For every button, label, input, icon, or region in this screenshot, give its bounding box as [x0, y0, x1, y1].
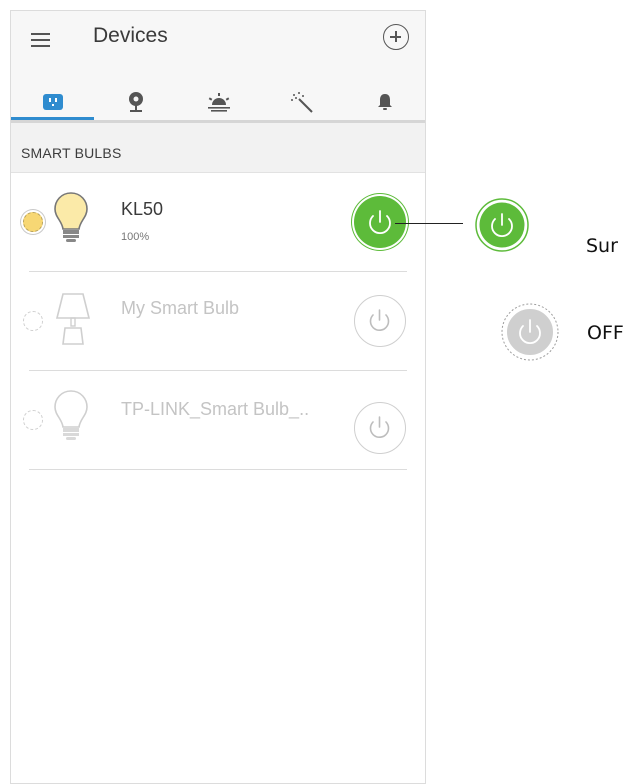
device-name: KL50 — [121, 199, 164, 219]
smart-plug-icon — [42, 94, 63, 110]
device-row[interactable]: TP-LINK_Smart Bulb_.. — [11, 371, 425, 470]
power-icon — [369, 416, 390, 438]
sunrise-icon — [207, 93, 230, 112]
status-off-indicator — [23, 410, 43, 430]
page-title: Devices — [93, 24, 168, 47]
callout-line — [395, 223, 463, 224]
device-brightness: 100% — [121, 231, 150, 243]
power-icon — [369, 210, 391, 235]
power-toggle-off[interactable] — [354, 402, 406, 454]
power-toggle-on[interactable] — [354, 196, 406, 248]
legend-off-label: OFF — [587, 322, 624, 344]
device-row[interactable]: KL50 100% — [11, 173, 425, 272]
device-name: TP-LINK_Smart Bulb_.. — [121, 399, 310, 419]
power-toggle-off[interactable] — [354, 295, 406, 347]
legend-power-off — [500, 302, 559, 361]
lamp-icon — [55, 293, 91, 345]
power-on-icon — [475, 198, 529, 252]
add-device-button[interactable] — [383, 24, 409, 50]
divider — [29, 469, 407, 470]
power-off-icon — [501, 303, 559, 361]
app-bar: Devices — [11, 11, 425, 131]
section-title: SMART BULBS — [21, 145, 122, 161]
bulb-icon — [54, 192, 88, 242]
power-icon — [369, 309, 390, 331]
section-header: SMART BULBS — [11, 123, 425, 173]
device-row[interactable]: My Smart Bulb — [11, 272, 425, 371]
bell-icon — [377, 94, 392, 110]
camera-icon — [128, 92, 143, 112]
status-off-indicator — [23, 311, 43, 331]
legend-power-on — [474, 197, 530, 253]
bulb-icon — [54, 390, 88, 440]
legend-on-label: Sur — [586, 235, 618, 257]
phone-screen: Devices SMART BULBS KL50 100% My Smart B… — [10, 10, 426, 784]
menu-icon[interactable] — [31, 28, 55, 52]
magic-wand-icon — [290, 92, 313, 113]
device-name: My Smart Bulb — [121, 298, 240, 318]
status-on-indicator — [23, 212, 43, 232]
